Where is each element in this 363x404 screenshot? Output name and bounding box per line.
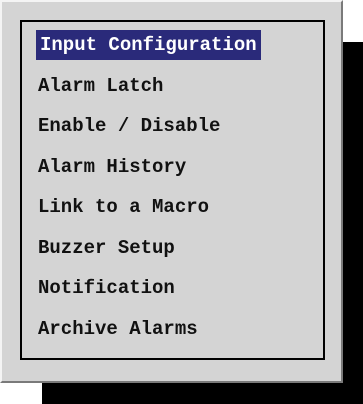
alarm-menu-list: Input Configuration Alarm Latch Enable /… <box>36 30 261 354</box>
menu-item-label: Enable / Disable <box>38 115 221 137</box>
menu-item-label: Alarm Latch <box>38 74 164 97</box>
menu-item-alarm-history[interactable]: Alarm History <box>36 152 261 193</box>
menu-item-label: Link to a Macro <box>38 196 210 218</box>
menu-item-label: Alarm History <box>38 155 187 178</box>
menu-item-label: Notification <box>38 277 175 299</box>
menu-item-label: Archive Alarms <box>38 317 198 340</box>
menu-panel: Input Configuration Alarm Latch Enable /… <box>0 0 343 383</box>
menu-item-alarm-latch[interactable]: Alarm Latch <box>36 71 261 112</box>
menu-item-label: Input Configuration <box>36 30 261 60</box>
menu-item-archive-alarms[interactable]: Archive Alarms <box>36 314 261 355</box>
menu-item-label: Buzzer Setup <box>38 236 175 259</box>
menu-item-notification[interactable]: Notification <box>36 273 261 314</box>
menu-item-link-to-macro[interactable]: Link to a Macro <box>36 192 261 233</box>
menu-item-input-configuration[interactable]: Input Configuration <box>36 30 261 71</box>
menu-item-enable-disable[interactable]: Enable / Disable <box>36 111 261 152</box>
menu-item-buzzer-setup[interactable]: Buzzer Setup <box>36 233 261 274</box>
menu-window: Input Configuration Alarm Latch Enable /… <box>0 0 363 404</box>
menu-frame: Input Configuration Alarm Latch Enable /… <box>20 20 325 360</box>
